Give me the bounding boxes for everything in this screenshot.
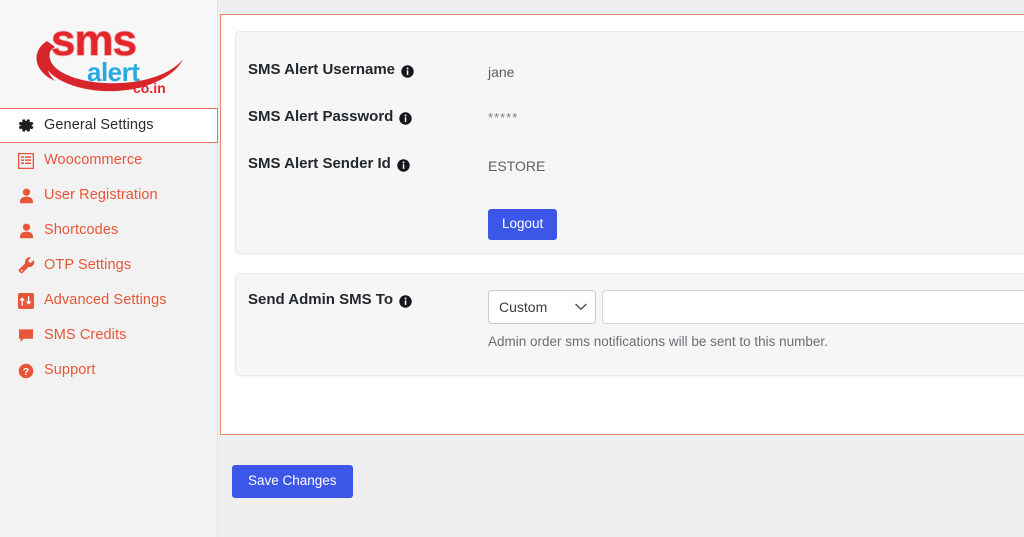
sidebar-item-support[interactable]: ? Support <box>0 353 217 388</box>
sidebar-item-woocommerce[interactable]: Woocommerce <box>0 143 217 178</box>
sidebar-item-label: OTP Settings <box>44 257 132 274</box>
sidebar-item-shortcodes[interactable]: Shortcodes <box>0 213 217 248</box>
wrench-icon <box>17 257 35 275</box>
field-label: Send Admin SMS To <box>248 288 488 309</box>
field-row-password: SMS Alert Password ***** <box>236 105 1024 152</box>
info-icon[interactable] <box>399 111 413 125</box>
field-label: SMS Alert Password <box>248 105 488 126</box>
settings-panel: SMS Alert Username jane SMS Alert Passwo… <box>220 14 1024 435</box>
sender-id-label-text: SMS Alert Sender Id <box>248 155 391 172</box>
logo-container: sms alert co.in <box>0 0 217 108</box>
account-info-card: SMS Alert Username jane SMS Alert Passwo… <box>235 31 1024 254</box>
sidebar-item-label: SMS Credits <box>44 327 127 344</box>
field-row-username: SMS Alert Username jane <box>236 58 1024 105</box>
sidebar-item-label: Support <box>44 362 96 379</box>
admin-sms-target-select[interactable]: Custom <box>488 290 596 324</box>
field-label: SMS Alert Username <box>248 58 488 79</box>
admin-sms-helper-text: Admin order sms notifications will be se… <box>488 334 828 349</box>
question-circle-icon: ? <box>17 362 35 380</box>
sender-id-value: ESTORE <box>488 158 546 174</box>
sidebar-item-label: Shortcodes <box>44 222 119 239</box>
info-icon[interactable] <box>401 64 414 78</box>
user-icon <box>17 187 35 205</box>
username-label-text: SMS Alert Username <box>248 61 395 78</box>
gear-icon <box>17 117 35 135</box>
admin-sms-controls: Custom Admin order sms notifications wil… <box>488 288 1024 351</box>
info-icon[interactable] <box>397 158 410 172</box>
chat-bubble-icon <box>17 327 35 345</box>
svg-text:?: ? <box>23 366 29 378</box>
logout-button-container: Logout <box>236 199 1024 240</box>
logout-button[interactable]: Logout <box>488 209 558 240</box>
sidebar-item-label: General Settings <box>44 117 154 134</box>
svg-text:co.in: co.in <box>133 80 166 96</box>
save-changes-button[interactable]: Save Changes <box>232 465 353 498</box>
app-screen: sms alert co.in General Settings Woocomm… <box>0 0 1024 537</box>
password-value: ***** <box>488 110 519 125</box>
sidebar-item-general-settings[interactable]: General Settings <box>0 108 218 143</box>
sidebar-item-advanced-settings[interactable]: Advanced Settings <box>0 283 217 318</box>
admin-sms-target-select-wrapper: Custom <box>488 290 596 324</box>
admin-sms-control-row: Custom <box>488 288 1024 324</box>
send-admin-sms-label-text: Send Admin SMS To <box>248 291 393 308</box>
info-icon[interactable] <box>399 294 412 308</box>
password-label-text: SMS Alert Password <box>248 108 394 125</box>
sliders-icon <box>17 292 35 310</box>
save-area: Save Changes <box>218 435 1024 498</box>
list-grid-icon <box>17 152 35 170</box>
sidebar: sms alert co.in General Settings Woocomm… <box>0 0 218 537</box>
admin-sms-card: Send Admin SMS To Custom Admin order sms… <box>235 273 1024 376</box>
sms-alert-logo: sms alert co.in <box>25 11 193 97</box>
field-row-sender-id: SMS Alert Sender Id ESTORE <box>236 152 1024 199</box>
sidebar-item-sms-credits[interactable]: SMS Credits <box>0 318 217 353</box>
username-value: jane <box>488 64 515 80</box>
main-content: SMS Alert Username jane SMS Alert Passwo… <box>218 0 1024 537</box>
sidebar-menu: General Settings Woocommerce User Regist… <box>0 108 218 388</box>
sidebar-item-label: Advanced Settings <box>44 292 167 309</box>
field-label: SMS Alert Sender Id <box>248 152 488 173</box>
field-row-send-admin-sms-to: Send Admin SMS To Custom Admin order sms… <box>236 288 1024 351</box>
user-icon <box>17 222 35 240</box>
admin-sms-number-input[interactable] <box>602 290 1024 324</box>
sidebar-item-user-registration[interactable]: User Registration <box>0 178 217 213</box>
sidebar-item-label: User Registration <box>44 187 158 204</box>
sidebar-item-label: Woocommerce <box>44 152 143 169</box>
sidebar-item-otp-settings[interactable]: OTP Settings <box>0 248 217 283</box>
